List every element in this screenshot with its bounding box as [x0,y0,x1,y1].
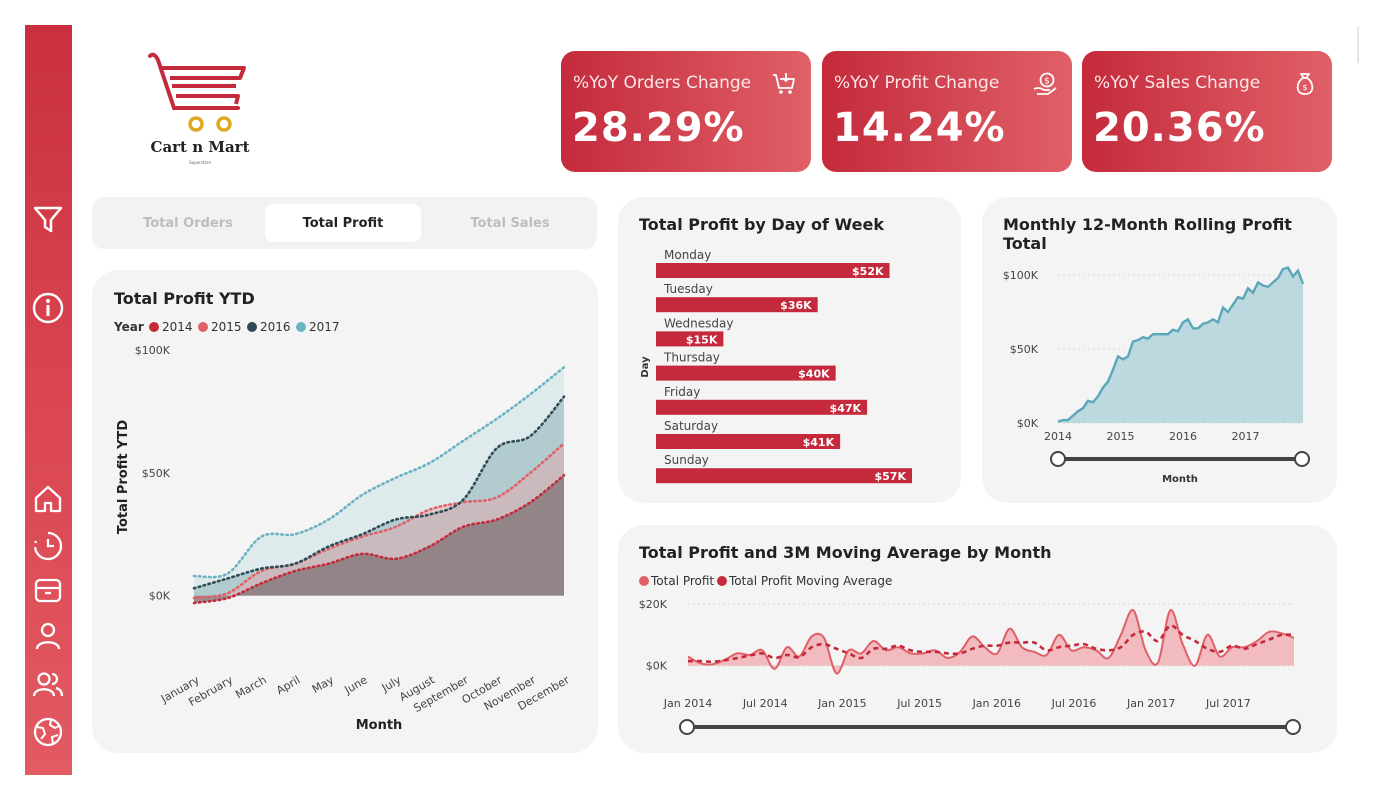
x-tick-label: March [233,673,269,701]
range-slider-handle-end [1285,719,1301,735]
legend-marker [149,322,159,332]
category-label: Friday [664,385,700,399]
y-tick-label: $50K [142,467,171,480]
range-slider-handle-start [1050,451,1066,467]
info-icon[interactable] [29,289,67,327]
user-icon[interactable] [29,617,67,655]
kpi-profit-card: %YoY Profit Change 14.24% $ [822,51,1072,172]
x-axis-label: Month [356,718,403,733]
x-tick-label: Jul 2016 [1051,697,1097,710]
x-tick-label: June [342,673,370,697]
y-axis-label: Total Profit YTD [116,420,131,535]
y-tick-label: $100K [1003,269,1039,282]
range-slider-handle-start [679,719,695,735]
profit-ytd-chart: Year 2014 2015 2016 2017 $100K $50K $0K Total Pr… [113,320,572,733]
rolling-profit-chart: $100K $50K $0K 2014 2015 2016 2017 Month [1003,266,1310,485]
category-label: Wednesday [664,316,733,330]
x-tick-label: Jul 2015 [896,697,942,710]
legend-label: 2015 [211,320,242,334]
x-tick-label: Jan 2017 [1126,697,1175,710]
svg-text:$: $ [1044,77,1050,87]
x-tick-label: Jul 2014 [742,697,788,710]
x-tick-label: Jan 2015 [817,697,866,710]
legend-marker [717,576,727,586]
coin-hand-icon: $ [1033,72,1057,95]
x-tick-label: Jan 2016 [972,697,1021,710]
x-axis-label: Month [1162,474,1198,485]
y-tick-label: $0K [1017,417,1039,430]
x-tick-label: 2015 [1107,430,1135,443]
kpi-title: %YoY Sales Change [1094,73,1261,93]
kpi-orders-card: %YoY Orders Change 28.29% [561,51,811,172]
x-tick-label: May [310,673,337,696]
bar-value-label: $52K [852,265,884,278]
bar-value-label: $40K [798,368,830,381]
bar-value-label: $36K [780,299,812,312]
category-label: Sunday [664,453,709,467]
y-tick-label: $50K [1010,343,1039,356]
package-icon[interactable] [29,571,67,609]
legend-label: Total Profit Moving Average [728,574,892,588]
legend-label: 2017 [309,320,340,334]
category-label: Tuesday [663,282,713,296]
svg-text:$: $ [1302,83,1307,92]
x-tick-label: 2014 [1044,430,1072,443]
legend-title: Year [113,320,144,334]
category-label: Saturday [664,419,718,433]
profit-by-day-card: Total Profit by Day of Week Day Monday $52… [618,197,961,503]
kpi-sales-card: %YoY Sales Change 20.36% $ [1082,51,1332,172]
profit-ytd-card: Total Profit YTD Year 2014 2015 2016 2017 $10… [92,270,598,753]
money-bag-icon: $ [1296,73,1314,95]
moving-average-chart: Total Profit Total Profit Moving Average $… [639,574,1301,735]
legend-label: Total Profit [650,574,714,588]
range-slider-handle-end [1294,451,1310,467]
globe-icon[interactable] [29,713,67,751]
sidebar-nav [25,25,72,775]
bar-value-label: $41K [803,436,835,449]
measure-tabs: Total Orders Total Profit Total Sales [92,197,597,249]
kpi-value: 20.36% [1093,105,1266,151]
profit-by-day-chart: Day Monday $52K Tuesday $36K Wednesday $15K Thu… [640,248,912,484]
bar-value-label: $15K [686,333,718,346]
y-axis-label: Day [640,356,651,378]
x-tick-label: Jan 2014 [663,697,712,710]
kpi-title: %YoY Profit Change [834,73,1000,93]
y-tick-label: $100K [135,344,171,357]
tab-total-profit[interactable]: Total Profit [265,204,421,242]
x-tick-label: 2016 [1169,430,1197,443]
kpi-value: 28.29% [572,105,745,151]
kpi-value: 14.24% [833,105,1006,151]
legend-marker [296,322,306,332]
clock-icon[interactable] [29,527,67,565]
brand-tagline: Superstore [189,160,211,165]
users-icon[interactable] [29,665,67,703]
brand-name: Cart n Mart [150,138,250,156]
legend-marker [247,322,257,332]
tab-total-sales[interactable]: Total Sales [432,204,588,242]
tab-total-orders[interactable]: Total Orders [110,204,266,242]
x-tick-label: April [274,673,302,697]
y-tick-label: $20K [639,598,668,611]
rolling-profit-card: Monthly 12-Month Rolling Profit Total $1… [982,197,1337,503]
x-tick-label: 2017 [1232,430,1260,443]
header-divider [1357,27,1359,63]
category-label: Monday [664,248,711,262]
home-icon[interactable] [29,480,67,518]
moving-average-card: Total Profit and 3M Moving Average by Mo… [618,525,1337,753]
x-tick-label: Jul 2017 [1205,697,1251,710]
y-tick-label: $0K [646,660,668,673]
bar-value-label: $47K [830,402,862,415]
kpi-title: %YoY Orders Change [573,73,752,93]
filter-icon[interactable] [29,200,67,238]
category-label: Thursday [663,351,720,365]
legend-label: 2014 [162,320,193,334]
cart-icon [773,73,795,94]
legend-marker [198,322,208,332]
legend-label: 2016 [260,320,291,334]
bar-value-label: $57K [875,470,907,483]
legend-marker [639,576,649,586]
cart-logo-icon [148,52,246,132]
brand-logo: Cart n Mart Superstore [140,50,260,175]
y-tick-label: $0K [149,590,171,603]
